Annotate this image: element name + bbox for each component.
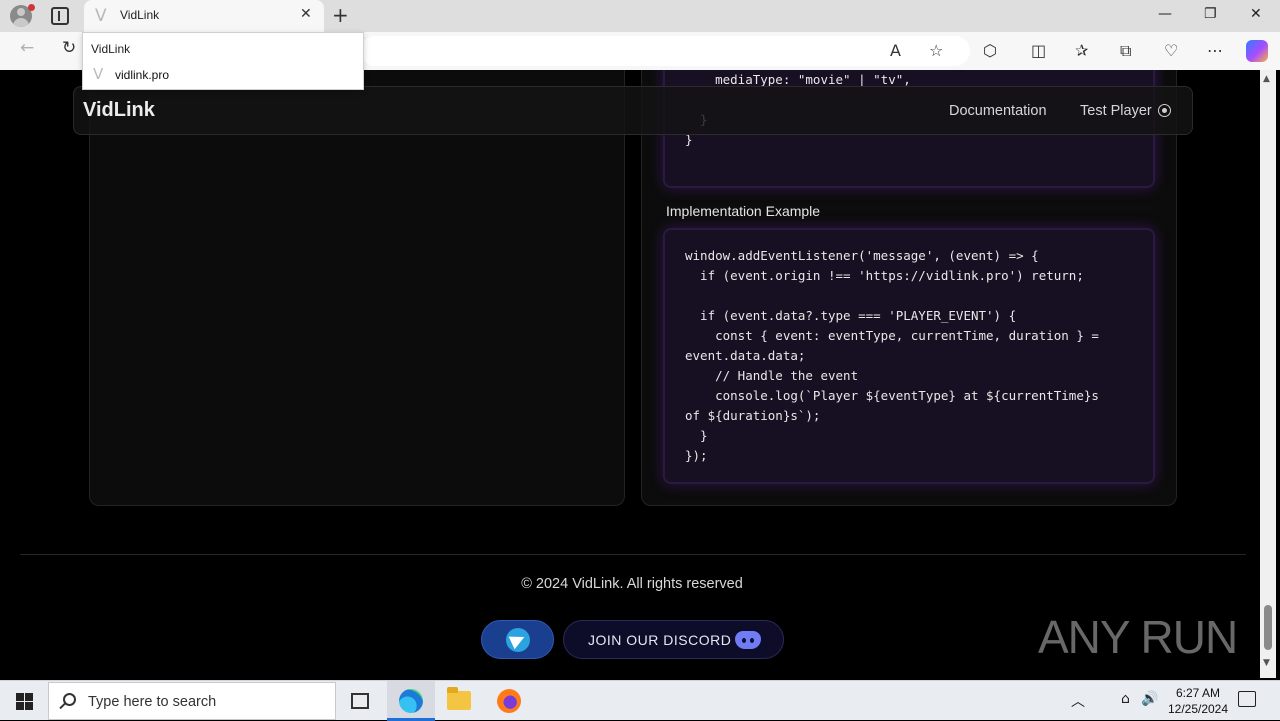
tab-hover-card: VidLink V vidlink.pro	[82, 32, 364, 90]
left-card	[89, 70, 625, 506]
more-menu-icon[interactable]: ⋯	[1207, 41, 1223, 60]
taskbar-firefox[interactable]	[485, 681, 533, 721]
anyrun-watermark: ANY RUN	[1038, 611, 1238, 663]
favorite-star-icon[interactable]: ☆	[929, 41, 943, 60]
telegram-button[interactable]	[481, 620, 554, 659]
folder-icon	[447, 687, 471, 710]
profile-notification-dot	[28, 4, 35, 11]
scrollbar-thumb[interactable]	[1264, 605, 1272, 650]
code-block-implementation: window.addEventListener('message', (even…	[663, 228, 1155, 484]
code-text: window.addEventListener('message', (even…	[685, 248, 1099, 463]
nav-link-test-player[interactable]: Test Player	[1080, 103, 1152, 119]
join-discord-button[interactable]: JOIN OUR DISCORD	[563, 620, 784, 659]
windows-start-icon[interactable]	[16, 693, 33, 710]
split-screen-icon[interactable]: ◫	[1031, 41, 1046, 60]
extensions-icon[interactable]: ⬡	[983, 41, 997, 60]
volume-icon[interactable]: 🔊	[1141, 691, 1158, 707]
task-view-icon	[351, 693, 369, 709]
tab-close-icon[interactable]: ✕	[300, 6, 312, 22]
brand-logo[interactable]: VidLink	[83, 99, 155, 122]
implementation-heading: Implementation Example	[666, 203, 821, 219]
discord-button-label: JOIN OUR DISCORD	[588, 632, 732, 648]
read-aloud-icon[interactable]: A	[890, 41, 901, 60]
network-icon[interactable]: ⌂	[1121, 691, 1130, 707]
minimize-button[interactable]: —	[1158, 6, 1172, 22]
clock-date: 12/25/2024	[1167, 702, 1229, 716]
clock-time: 6:27 AM	[1175, 686, 1221, 700]
hover-card-url: vidlink.pro	[115, 68, 170, 82]
search-placeholder: Type here to search	[88, 694, 217, 710]
vidlink-favicon-icon: V	[93, 65, 104, 83]
notifications-icon[interactable]	[1238, 691, 1256, 707]
tray-chevron-icon[interactable]: ︿	[1071, 691, 1085, 711]
browser-tab-strip: V VidLink ✕ + — ❐ ✕	[0, 0, 1280, 32]
windows-taskbar: Type here to search ︿ ⌂ 🔊 6:27 AM 12/25/…	[0, 680, 1280, 721]
taskbar-file-explorer[interactable]	[435, 681, 483, 721]
scroll-up-icon[interactable]: ▲	[1263, 74, 1270, 84]
maximize-button[interactable]: ❐	[1204, 6, 1217, 22]
vidlink-favicon-icon: V	[95, 6, 107, 26]
scroll-down-icon[interactable]: ▼	[1263, 658, 1270, 668]
tab-title: VidLink	[120, 8, 160, 22]
tab-vidlink[interactable]: V VidLink ✕	[84, 0, 324, 32]
back-button[interactable]: ←	[20, 38, 34, 58]
tab-actions-icon[interactable]	[51, 7, 69, 25]
close-window-button[interactable]: ✕	[1250, 6, 1262, 22]
site-navbar: VidLink Documentation Test Player	[73, 86, 1193, 135]
task-view-button[interactable]	[336, 681, 384, 721]
discord-icon	[735, 631, 761, 649]
copilot-icon[interactable]	[1246, 40, 1268, 62]
address-bar[interactable]	[360, 36, 970, 66]
footer-divider	[20, 554, 1246, 555]
page-scrollbar[interactable]: ▲ ▼	[1260, 70, 1276, 678]
favorites-icon[interactable]: ✰	[1075, 41, 1088, 60]
new-tab-button[interactable]: +	[332, 3, 349, 27]
firefox-icon	[497, 689, 521, 713]
taskbar-search-box[interactable]: Type here to search	[48, 682, 336, 720]
nav-link-documentation[interactable]: Documentation	[949, 103, 1047, 119]
play-circle-icon	[1158, 104, 1171, 117]
search-icon	[63, 693, 76, 706]
collections-icon[interactable]: ⧉	[1120, 41, 1131, 61]
taskbar-clock[interactable]: 6:27 AM 12/25/2024	[1162, 685, 1234, 717]
taskbar-edge[interactable]	[387, 681, 435, 721]
performance-icon[interactable]: ♡	[1164, 41, 1178, 60]
hover-card-title: VidLink	[91, 42, 131, 56]
edge-icon	[399, 689, 423, 713]
footer-copyright: © 2024 VidLink. All rights reserved	[521, 576, 743, 592]
page-viewport: mediaType: "movie" | "tv", } } Implement…	[4, 70, 1260, 678]
refresh-button[interactable]: ↻	[62, 38, 76, 58]
